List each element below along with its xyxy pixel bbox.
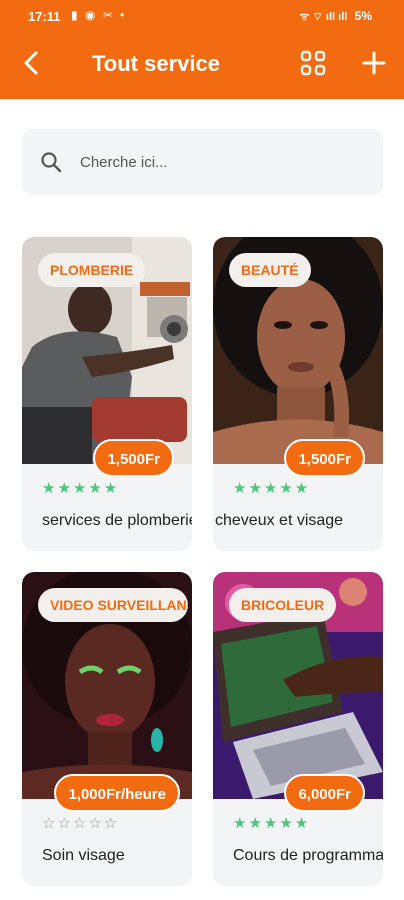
search-bar[interactable]	[22, 129, 383, 195]
grid-view-button[interactable]	[300, 50, 326, 76]
back-button[interactable]	[18, 46, 46, 80]
service-title: Cours de programmation	[233, 847, 383, 864]
category-chip: PLOMBERIE	[38, 253, 146, 287]
add-service-button[interactable]	[360, 48, 388, 78]
service-title: services de plomberie	[42, 512, 192, 529]
service-card[interactable]: PLOMBERIE 1,500Fr ★★★★★ services de plom…	[22, 237, 192, 551]
rating-stars: ★★★★★	[42, 480, 120, 497]
grid-icon	[300, 50, 326, 76]
service-card[interactable]: VIDEO SURVEILLANCE 1,000Fr/heure ☆☆☆☆☆ S…	[22, 572, 192, 886]
chevron-left-icon	[24, 51, 38, 75]
search-input[interactable]	[80, 147, 360, 177]
price-badge: 6,000Fr	[284, 774, 365, 812]
page-title: Tout service	[92, 51, 220, 76]
service-card[interactable]: BRICOLEUR 6,000Fr ★★★★★ Cours de program…	[213, 572, 383, 886]
service-card[interactable]: BEAUTÉ 1,500Fr ★★★★★ cheveux et visage	[213, 237, 383, 551]
service-title: Soin visage	[42, 847, 125, 864]
app-header: 17:11 ▮ ◉ ✂ • ᯤ ⌔ ıll ıll 5% Tout servic…	[0, 0, 404, 99]
status-bar: 17:11 ▮ ◉ ✂ • ᯤ ⌔ ıll ıll 5%	[0, 0, 404, 34]
rating-stars: ★★★★★	[233, 480, 311, 497]
rating-stars: ☆☆☆☆☆	[42, 815, 120, 832]
rating-stars: ★★★★★	[233, 815, 311, 832]
price-badge: 1,000Fr/heure	[54, 774, 180, 812]
battery-level: 5%	[354, 9, 372, 23]
category-chip: VIDEO SURVEILLANCE	[38, 588, 188, 622]
notification-icons: ▮ ◉ ✂ •	[71, 8, 127, 22]
price-badge: 1,500Fr	[93, 439, 174, 477]
plus-icon	[362, 51, 386, 75]
status-time: 17:11	[28, 9, 61, 24]
category-chip: BRICOLEUR	[229, 588, 337, 622]
signal-icon: ᯤ ⌔ ıll ıll	[299, 11, 348, 23]
search-icon	[41, 152, 62, 173]
price-badge: 1,500Fr	[284, 439, 365, 477]
service-title: cheveux et visage	[215, 512, 344, 529]
category-chip: BEAUTÉ	[229, 253, 311, 287]
status-right: ᯤ ⌔ ıll ıll 5%	[299, 9, 372, 24]
